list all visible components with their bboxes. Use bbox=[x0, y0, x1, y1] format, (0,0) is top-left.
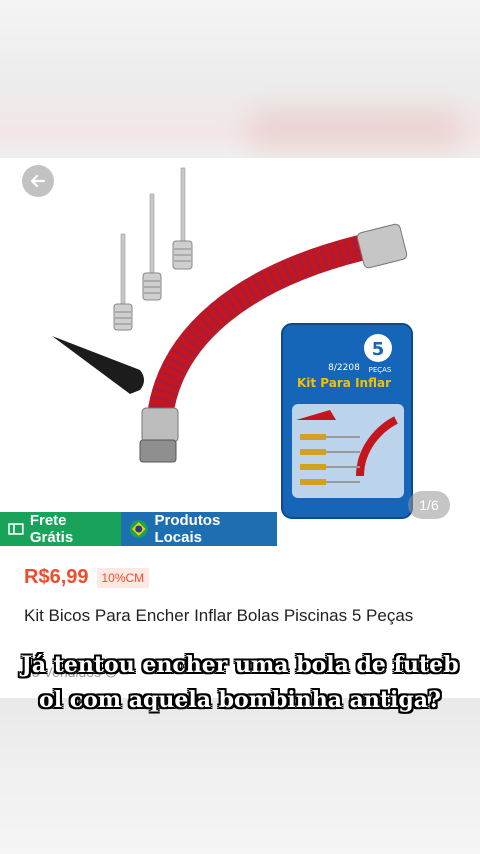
truck-icon bbox=[8, 523, 24, 535]
caption-line-1: Já tentou encher uma bola de futeb bbox=[21, 652, 459, 678]
needle-3 bbox=[172, 167, 193, 270]
svg-text:Kit Para Inflar: Kit Para Inflar bbox=[297, 376, 391, 390]
brazil-flag-icon bbox=[129, 520, 148, 538]
product-image-carousel[interactable]: 5 PEÇAS 8/2208 Kit Para Inflar 1/6 bbox=[0, 158, 480, 544]
blurred-background-top bbox=[0, 0, 480, 158]
svg-text:5: 5 bbox=[372, 339, 385, 360]
arrow-left-icon bbox=[30, 174, 46, 188]
product-photo: 5 PEÇAS 8/2208 Kit Para Inflar bbox=[52, 167, 413, 519]
blurred-shape bbox=[250, 110, 460, 148]
svg-text:8/2208: 8/2208 bbox=[328, 363, 360, 373]
back-button[interactable] bbox=[22, 165, 54, 197]
hose-end-bottom bbox=[141, 407, 179, 443]
needle-2 bbox=[142, 193, 162, 301]
local-products-badge: Produtos Locais bbox=[121, 512, 277, 546]
video-caption: Já tentou encher uma bola de futeb ol co… bbox=[0, 648, 480, 718]
product-card: 5 PEÇAS 8/2208 Kit Para Inflar 1/6 Frete… bbox=[0, 158, 480, 698]
badge-row: Frete Grátis Produtos Locais bbox=[0, 512, 277, 546]
svg-text:PEÇAS: PEÇAS bbox=[369, 366, 392, 374]
product-package: 5 PEÇAS 8/2208 Kit Para Inflar bbox=[281, 323, 413, 519]
product-title: Kit Bicos Para Encher Inflar Bolas Pisci… bbox=[24, 606, 414, 625]
caption-line-2: ol com aquela bombinha antiga? bbox=[39, 687, 441, 713]
cone-adapter bbox=[52, 336, 144, 394]
hose-end-top bbox=[356, 223, 408, 269]
free-shipping-label: Frete Grátis bbox=[29, 512, 74, 546]
image-counter: 1/6 bbox=[408, 491, 450, 519]
blurred-background-bottom bbox=[0, 698, 480, 854]
price-row: R$6,99 10%CM bbox=[24, 566, 150, 589]
product-price: R$6,99 bbox=[24, 566, 89, 588]
cashback-badge: 10%CM bbox=[96, 567, 150, 588]
free-shipping-badge: Frete Grátis bbox=[0, 512, 121, 546]
local-products-label: Produtos Locais bbox=[154, 512, 221, 546]
needle-1 bbox=[113, 233, 133, 331]
